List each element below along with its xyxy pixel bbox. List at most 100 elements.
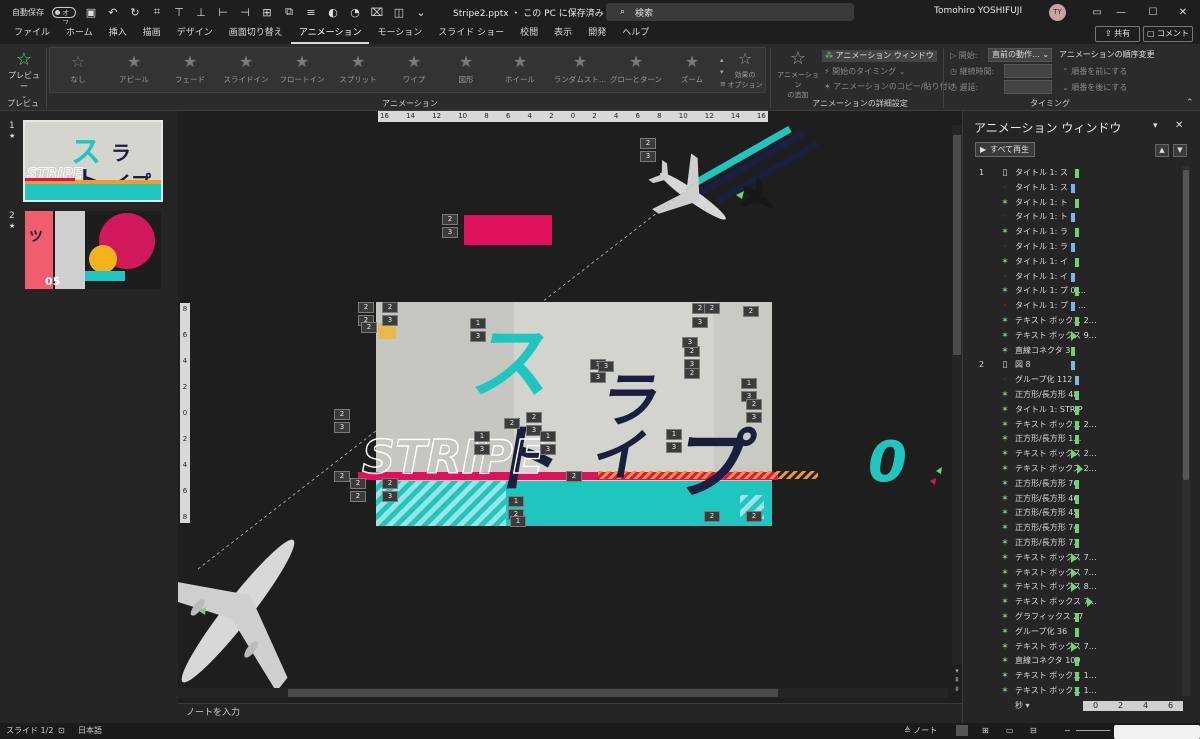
slide-thumbnail-1[interactable]: ス ト ラ イプ STRIPE (23, 120, 163, 202)
pane-options-icon[interactable]: ▾ (1153, 121, 1158, 131)
timing-marker[interactable] (1071, 449, 1077, 460)
play-all-button[interactable]: ▶ すべて再生 (975, 142, 1035, 157)
animation-tag[interactable]: 3 (540, 444, 556, 455)
animation-item[interactable]: · タイトル 1: プ 0 … (975, 299, 1181, 313)
timing-bar[interactable] (1075, 391, 1079, 400)
add-animation-button[interactable]: ☆ アニメーション の追加 (775, 48, 821, 100)
anim-zoom[interactable]: ★ ズーム (666, 50, 718, 94)
animation-item[interactable]: ✶ テキスト ボックス 9… (975, 329, 1181, 343)
animation-tag[interactable]: 2 (382, 478, 398, 489)
distribute-icon[interactable]: ⊣ (238, 5, 252, 19)
format-painter-icon[interactable]: ⌗ (150, 5, 164, 19)
animation-item[interactable]: ✶ テキスト ボックス 7… (975, 551, 1181, 565)
share-button[interactable]: ⇪ 共有 (1095, 26, 1140, 42)
animation-tag[interactable]: 2 (743, 306, 759, 317)
timing-bar[interactable] (1075, 198, 1079, 208)
animation-tag[interactable]: 3 (474, 444, 490, 455)
animation-tag[interactable]: 3 (470, 331, 486, 342)
align-center-icon[interactable]: ⊥ (194, 5, 208, 19)
animation-item[interactable]: ✶ 直線コネクタ 31 (975, 344, 1181, 358)
undo-icon[interactable]: ↶ (106, 5, 120, 19)
animation-tag[interactable]: 2 (334, 471, 350, 482)
tab-view[interactable]: 表示 (546, 24, 580, 44)
distribute-v-icon[interactable]: ≡ (304, 5, 318, 19)
timing-bar[interactable] (1075, 257, 1079, 267)
timing-marker[interactable] (1087, 597, 1093, 608)
animation-item[interactable]: 1 ▯ タイトル 1: ス (975, 166, 1181, 180)
animation-tag[interactable]: 3 (666, 442, 682, 453)
pane-close-icon[interactable]: ✕ (1175, 120, 1183, 131)
animation-tag[interactable]: 3 (382, 315, 398, 326)
timing-bar[interactable] (1075, 539, 1079, 548)
animation-item[interactable]: ✶ タイトル 1: イ (975, 255, 1181, 269)
timing-bar[interactable] (1075, 524, 1079, 534)
animation-item[interactable]: ✶ テキスト ボックス 8… (975, 580, 1181, 594)
timing-bar[interactable] (1075, 405, 1079, 415)
animation-tag[interactable]: 1 (741, 378, 757, 389)
arrange-icon[interactable]: ⊞ (260, 5, 274, 19)
animation-list-scroll-thumb[interactable] (1183, 170, 1189, 480)
avatar[interactable]: TY (1049, 4, 1066, 21)
animation-item[interactable]: · タイトル 1: ス (975, 181, 1181, 195)
timing-bar[interactable] (1071, 243, 1075, 252)
animation-tag[interactable]: 3 (442, 227, 458, 238)
tab-insert[interactable]: 挿入 (101, 24, 135, 44)
document-title[interactable]: Stripe2.pptx ・ この PC に保存済み ⌄ (453, 6, 614, 19)
timing-bar[interactable] (1075, 672, 1079, 682)
timing-bar[interactable] (1075, 376, 1079, 386)
animation-item[interactable]: ✶ タイトル 1: プ 0 … (975, 284, 1181, 298)
animation-tag[interactable]: 3 (746, 412, 762, 423)
tab-animations[interactable]: アニメーション (290, 24, 370, 44)
timing-marker[interactable] (1071, 552, 1077, 563)
timing-marker[interactable] (1071, 567, 1077, 578)
animation-item[interactable]: ✶ テキスト ボックス 1… (975, 684, 1181, 696)
slide-counter[interactable]: スライド 1/2 (6, 723, 53, 739)
comment-button[interactable]: ▢ コメント (1143, 26, 1193, 42)
animation-tag[interactable]: 2 (442, 214, 458, 225)
timing-bar[interactable] (1071, 213, 1075, 223)
anim-wheel[interactable]: ★ ホイール (494, 50, 546, 94)
animation-item[interactable]: ✶ テキスト ボックス 7… (975, 595, 1181, 609)
animation-item[interactable]: ✶ 正方形/長方形 48 (975, 388, 1181, 402)
animation-item[interactable]: ✶ テキスト ボックス 2… (975, 314, 1181, 328)
animation-tag[interactable]: 2 (361, 322, 377, 333)
minimize-icon[interactable]: — (1104, 0, 1138, 24)
group-icon[interactable]: ⧉ (282, 5, 296, 19)
search-input[interactable]: ⌕ 検索 (606, 3, 854, 21)
align-right-icon[interactable]: ⊢ (216, 5, 230, 19)
redo-icon[interactable]: ↻ (128, 5, 142, 19)
animation-tag[interactable]: 2 (350, 478, 366, 489)
timing-bar[interactable] (1075, 687, 1079, 696)
timing-bar[interactable] (1075, 509, 1079, 519)
zoom-out-icon[interactable]: − (1064, 723, 1071, 739)
tab-developer[interactable]: 開発 (580, 24, 614, 44)
animation-item[interactable]: ✶ テキスト ボックス 7… (975, 640, 1181, 654)
tab-slideshow[interactable]: スライド ショー (430, 24, 512, 44)
animation-tag[interactable]: 1 (470, 318, 486, 329)
animation-item[interactable]: ✶ 正方形/長方形 74 (975, 521, 1181, 535)
anim-fade[interactable]: ★ フェード (164, 50, 216, 94)
maximize-icon[interactable]: ☐ (1136, 0, 1170, 24)
line-color-icon[interactable]: ◔ (348, 5, 362, 19)
timing-bar[interactable] (1071, 361, 1075, 371)
animation-item[interactable]: · タイトル 1: ラ (975, 240, 1181, 254)
animation-tag[interactable]: 3 (640, 151, 656, 162)
vertical-scroll-thumb[interactable] (953, 135, 961, 355)
animation-list-scrollbar[interactable] (1182, 166, 1190, 696)
timing-bar[interactable] (1075, 479, 1079, 489)
animation-painter-button[interactable]: ✶ アニメーションのコピー/貼り付け (824, 81, 956, 92)
notes-toggle[interactable]: ≜ ノート (904, 723, 937, 739)
timing-bar[interactable] (1071, 302, 1075, 312)
timing-marker[interactable] (1071, 330, 1077, 341)
timing-marker[interactable] (1071, 582, 1077, 593)
animation-tag[interactable]: 3 (590, 372, 606, 383)
crop-icon[interactable]: ⌧ (370, 5, 384, 19)
slide-thumbnail-2[interactable]: 05 ツ (25, 211, 161, 289)
slideshow-icon[interactable]: ⊟ (1030, 723, 1037, 739)
move-up-icon[interactable]: ▲ (1155, 144, 1169, 157)
autosave-toggle[interactable]: オフ (52, 6, 76, 27)
animation-item[interactable]: ✶ 正方形/長方形 1… (975, 432, 1181, 446)
animation-item[interactable]: · タイトル 1: イ (975, 270, 1181, 284)
timing-marker[interactable] (1077, 464, 1083, 474)
more-commands-icon[interactable]: ⌄ (414, 5, 428, 19)
